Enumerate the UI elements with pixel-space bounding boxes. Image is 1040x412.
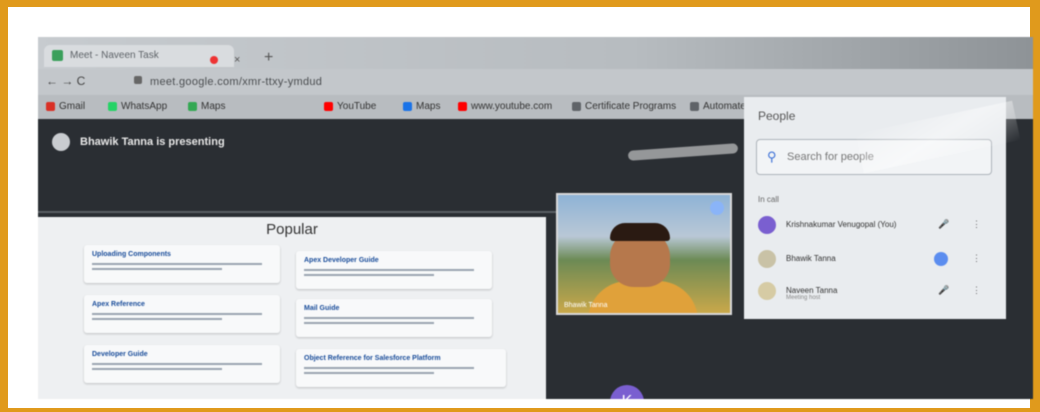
shared-toolbar-strip xyxy=(38,211,568,213)
doc-card-line xyxy=(304,317,474,319)
nav-buttons[interactable]: ← → C xyxy=(46,74,85,88)
doc-card-line xyxy=(304,269,474,271)
address-bar: ← → C meet.google.com/xmr-ttxy-ymdud xyxy=(38,69,1033,95)
mic-icon[interactable]: 🎤 xyxy=(938,219,949,230)
meet-favicon-icon xyxy=(52,50,63,61)
bookmark-icon xyxy=(403,102,412,111)
doc-card[interactable]: Object Reference for Salesforce Platform xyxy=(296,349,506,387)
shared-screen: Popular Uploading Components Apex Develo… xyxy=(38,217,546,399)
doc-card-line xyxy=(92,318,222,320)
mic-icon[interactable]: 🎤 xyxy=(938,285,949,296)
doc-card-line xyxy=(304,274,434,276)
more-options-icon[interactable]: ⋮ xyxy=(972,253,981,264)
bookmark-item[interactable]: Gmail xyxy=(46,101,85,112)
more-options-icon[interactable]: ⋮ xyxy=(972,219,981,230)
screenshot-frame: Meet - Naveen Task × + ← → C meet.google… xyxy=(0,0,1040,412)
slide-heading: Popular xyxy=(266,221,318,238)
participant-hair xyxy=(610,223,670,241)
self-avatar[interactable]: K xyxy=(610,385,644,399)
bookmark-icon xyxy=(108,102,117,111)
participant-name: Naveen Tanna xyxy=(786,286,838,295)
doc-card-line xyxy=(304,367,474,369)
new-tab-button[interactable]: + xyxy=(264,49,273,67)
doc-card-line xyxy=(304,322,434,324)
browser-tab-bar: Meet - Naveen Task × + xyxy=(38,37,1033,69)
doc-card-title: Object Reference for Salesforce Platform xyxy=(304,355,441,362)
doc-card-title: Mail Guide xyxy=(304,305,340,312)
bookmark-icon xyxy=(690,102,699,111)
participant-name: Bhawik Tanna xyxy=(786,254,836,263)
doc-card-line xyxy=(92,268,222,270)
doc-card[interactable]: Mail Guide xyxy=(296,299,492,337)
bookmark-icon xyxy=(188,102,197,111)
browser-tab[interactable]: Meet - Naveen Task xyxy=(44,45,234,67)
doc-card-title: Uploading Components xyxy=(92,251,171,258)
participant-row[interactable]: Krishnakumar Venugopal (You) 🎤 ⋮ xyxy=(758,215,998,237)
in-call-label: In call xyxy=(758,195,779,204)
participant-name: Krishnakumar Venugopal (You) xyxy=(786,220,897,229)
bookmark-item[interactable]: Certificate Programs xyxy=(572,101,676,112)
participant-row[interactable]: Bhawik Tanna ⋮ xyxy=(758,249,998,271)
bookmark-item[interactable]: Maps xyxy=(188,101,225,112)
speaking-indicator-icon xyxy=(934,252,948,266)
speaking-indicator-icon xyxy=(710,201,724,215)
close-tab-icon[interactable]: × xyxy=(234,54,240,66)
doc-card[interactable]: Developer Guide xyxy=(84,345,280,383)
doc-card-line xyxy=(304,372,434,374)
participant-avatar xyxy=(758,216,776,234)
doc-card-line xyxy=(92,263,262,265)
bookmark-icon xyxy=(324,102,333,111)
bookmark-item[interactable]: Maps xyxy=(403,101,440,112)
doc-card[interactable]: Uploading Components xyxy=(84,245,280,283)
tab-title: Meet - Naveen Task xyxy=(70,50,159,61)
url-field[interactable]: meet.google.com/xmr-ttxy-ymdud xyxy=(150,76,322,88)
bookmark-icon xyxy=(458,102,467,111)
doc-card-title: Apex Developer Guide xyxy=(304,257,379,264)
presenter-avatar-icon xyxy=(52,133,70,151)
video-tile-name: Bhawik Tanna xyxy=(564,302,608,309)
bookmark-item[interactable]: WhatsApp xyxy=(108,101,167,112)
participant-role: Meeting host xyxy=(786,295,821,301)
search-icon: ⚲ xyxy=(767,149,777,164)
doc-card-line xyxy=(92,313,262,315)
presenting-banner: Bhawik Tanna is presenting xyxy=(52,133,225,151)
doc-card[interactable]: Apex Reference xyxy=(84,295,280,333)
bookmark-item[interactable]: YouTube xyxy=(324,101,376,112)
presenting-text: Bhawik Tanna is presenting xyxy=(80,136,225,148)
doc-card-title: Apex Reference xyxy=(92,301,145,308)
participant-row[interactable]: Naveen Tanna Meeting host 🎤 ⋮ xyxy=(758,281,998,303)
bookmark-icon xyxy=(46,102,55,111)
people-panel-title: People xyxy=(758,109,796,123)
monitor-photo: Meet - Naveen Task × + ← → C meet.google… xyxy=(38,37,1033,399)
more-options-icon[interactable]: ⋮ xyxy=(972,285,981,296)
bookmark-item[interactable]: www.youtube.com xyxy=(458,101,552,112)
doc-card[interactable]: Apex Developer Guide xyxy=(296,251,492,289)
participant-avatar xyxy=(758,282,776,300)
recording-dot-icon xyxy=(210,56,218,64)
doc-card-line xyxy=(92,368,222,370)
participant-avatar xyxy=(758,250,776,268)
participant-video-tile[interactable]: Bhawik Tanna xyxy=(556,193,732,315)
doc-card-title: Developer Guide xyxy=(92,351,148,358)
doc-card-line xyxy=(92,363,262,365)
bookmark-icon xyxy=(572,102,581,111)
lock-icon xyxy=(134,76,142,84)
